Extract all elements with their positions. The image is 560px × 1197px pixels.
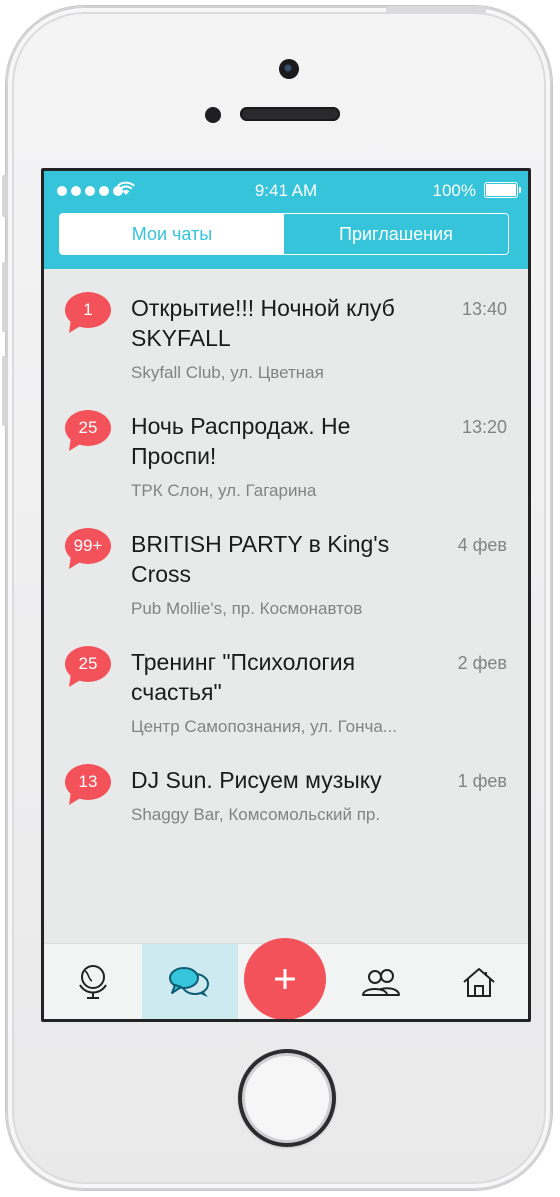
unread-badge: 13 [65, 764, 111, 805]
volume-down-button [2, 356, 7, 426]
tab-chats[interactable] [142, 944, 238, 1019]
chat-place: Центр Самопознания, ул. Гонча... [131, 717, 397, 736]
chat-bubbles-icon [169, 967, 209, 997]
globe-icon [79, 965, 107, 999]
proximity-sensor [205, 107, 221, 123]
bottom-tab-bar [44, 938, 528, 1019]
chat-item[interactable]: 99+ BRITISH PARTY в King's Cross Pub Mol… [44, 505, 528, 623]
chat-item[interactable]: 1 Открытие!!! Ночной клуб SKYFALL Skyfal… [44, 269, 528, 387]
chat-time: 1 фев [457, 771, 507, 791]
tab-home[interactable] [430, 944, 528, 1019]
chat-place: Skyfall Club, ул. Цветная [131, 363, 324, 382]
chat-place: Pub Mollie's, пр. Космонавтов [131, 599, 363, 618]
app-screen: 9:41 AM 100% Мои чаты Приглашения 1 Откр… [41, 168, 531, 1022]
tab-explore[interactable] [44, 944, 142, 1019]
earpiece-speaker [240, 107, 340, 121]
unread-badge: 25 [65, 410, 111, 451]
chat-segment-control: Мои чаты Приглашения [59, 213, 509, 255]
unread-count: 1 [83, 300, 93, 319]
unread-count: 25 [78, 654, 98, 673]
chat-title: Открытие!!! Ночной клуб SKYFALL [131, 295, 395, 351]
tab-people[interactable] [334, 944, 430, 1019]
chat-title: Ночь Распродаж. Не Проспи! [131, 413, 351, 469]
unread-count: 25 [78, 418, 98, 437]
unread-count: 13 [78, 772, 98, 791]
app-header: 9:41 AM 100% Мои чаты Приглашения [44, 171, 528, 269]
chat-time: 4 фев [457, 535, 507, 555]
chat-time: 13:20 [461, 417, 507, 437]
home-button[interactable] [238, 1049, 336, 1147]
front-camera [279, 59, 299, 79]
unread-badge: 1 [65, 292, 111, 333]
unread-badge: 25 [65, 646, 111, 687]
unread-count: 99+ [73, 536, 103, 555]
people-icon [362, 969, 400, 996]
status-bar: 9:41 AM 100% [44, 171, 528, 209]
home-icon [463, 968, 495, 997]
volume-up-button [2, 262, 7, 332]
unread-badge: 99+ [65, 528, 111, 569]
chat-item[interactable]: 25 Тренинг "Психология счастья" Центр Са… [44, 623, 528, 741]
add-button[interactable] [244, 938, 326, 1019]
chat-item[interactable]: 13 DJ Sun. Рисуем музыку Shaggy Bar, Ком… [44, 741, 528, 831]
tab-my-chats[interactable]: Мои чаты [60, 214, 284, 254]
chat-list: 1 Открытие!!! Ночной клуб SKYFALL Skyfal… [44, 269, 528, 831]
chat-title: Тренинг "Психология счастья" [131, 649, 356, 705]
mute-switch [2, 175, 7, 217]
chat-time: 2 фев [457, 653, 507, 673]
power-button [386, 6, 486, 13]
battery-percent: 100% [432, 181, 476, 200]
chat-item[interactable]: 25 Ночь Распродаж. Не Проспи! ТРК Слон, … [44, 387, 528, 505]
chat-place: Shaggy Bar, Комсомольский пр. [131, 805, 381, 824]
chat-time: 13:40 [461, 299, 507, 319]
tab-invitations[interactable]: Приглашения [284, 214, 508, 254]
chat-place: ТРК Слон, ул. Гагарина [131, 481, 317, 500]
plus-icon [275, 969, 295, 989]
chat-title: DJ Sun. Рисуем музыку [131, 767, 382, 793]
battery-icon [484, 182, 521, 198]
chat-title: BRITISH PARTY в King's Cross [131, 531, 390, 587]
